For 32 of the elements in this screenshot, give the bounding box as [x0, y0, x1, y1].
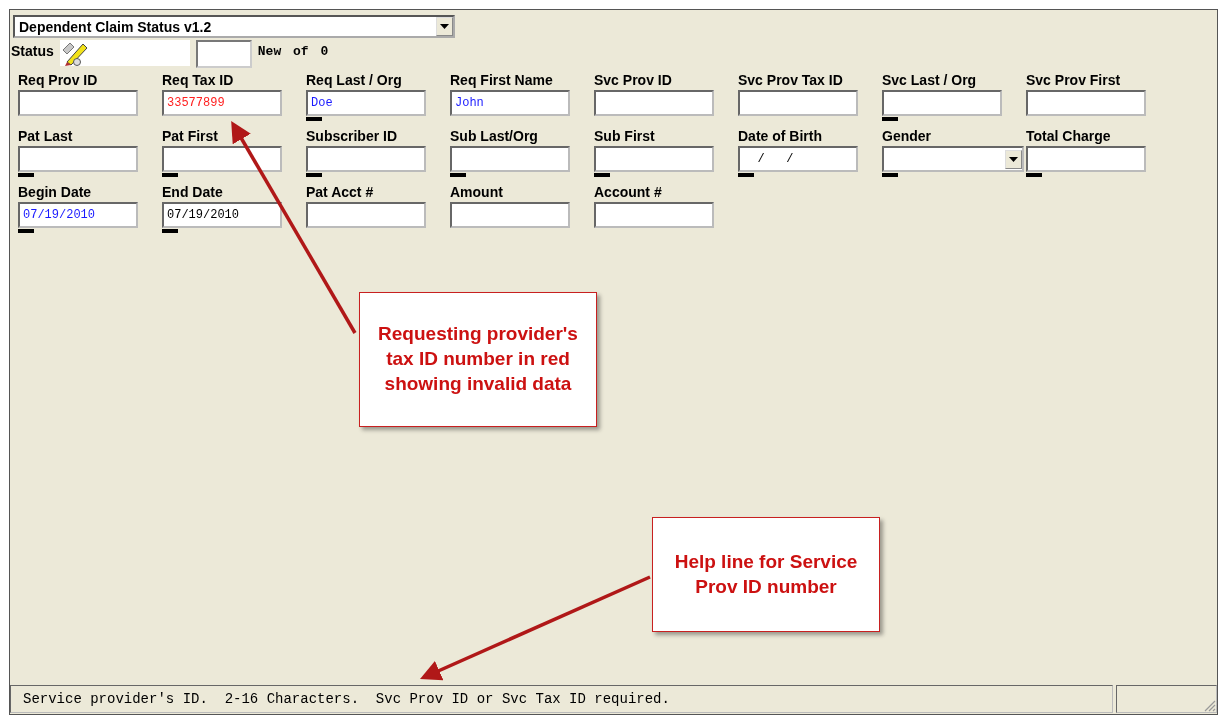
field-label: Sub First — [594, 127, 656, 146]
field-label: Subscriber ID — [306, 127, 399, 146]
callout-box: Requesting provider's tax ID number in red showing invalid data — [359, 292, 597, 427]
field-label: Gender — [882, 127, 932, 146]
field-label: Amount — [450, 183, 504, 202]
field-label: Svc Prov ID — [594, 71, 673, 90]
field-label: Account # — [594, 183, 663, 202]
text-field[interactable]: 07/19/2010 — [18, 202, 138, 228]
field-label: Svc Last / Org — [882, 71, 978, 90]
field-label: Pat Acct # — [306, 183, 375, 202]
field-label: Date of Birth — [738, 127, 823, 146]
field-label: Pat Last — [18, 127, 74, 146]
text-field[interactable]: John — [450, 90, 570, 116]
text-field[interactable]: Doe — [306, 90, 426, 116]
field-label: End Date — [162, 183, 224, 202]
status-label: Status — [11, 43, 54, 59]
field-label: Req Last / Org — [306, 71, 403, 90]
callout-box: Help line for Service Prov ID number — [652, 517, 880, 632]
field-label: Sub Last/Org — [450, 127, 539, 146]
form-selector[interactable]: Dependent Claim Status v1.2 — [13, 15, 455, 38]
text-field[interactable]: 33577899 — [162, 90, 282, 116]
text-field[interactable]: 07/19/2010 — [162, 202, 282, 228]
text-field[interactable]: / / — [738, 146, 858, 172]
field-label: Svc Prov First — [1026, 71, 1122, 90]
field-label: Begin Date — [18, 183, 93, 202]
field-label: Req Tax ID — [162, 71, 235, 90]
record-counter: New of 0 — [257, 44, 329, 59]
field-label: Svc Prov Tax ID — [738, 71, 844, 90]
field-label: Req First Name — [450, 71, 554, 90]
field-label: Pat First — [162, 127, 219, 146]
field-label: Total Charge — [1026, 127, 1112, 146]
field-label: Req Prov ID — [18, 71, 99, 90]
